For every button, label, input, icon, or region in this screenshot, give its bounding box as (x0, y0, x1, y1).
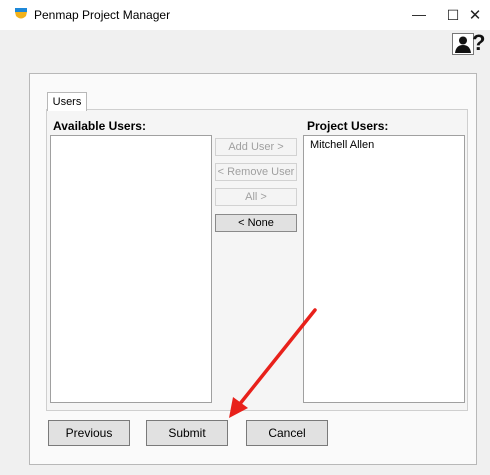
project-users-list[interactable]: Mitchell Allen (303, 135, 465, 403)
add-all-button[interactable]: All > (215, 188, 297, 206)
add-user-button[interactable]: Add User > (215, 138, 297, 156)
cancel-button[interactable]: Cancel (246, 420, 328, 446)
title-bar: Penmap Project Manager — ☐ ✕ (0, 0, 490, 30)
submit-button[interactable]: Submit (146, 420, 228, 446)
user-silhouette-icon (455, 36, 471, 53)
help-icon[interactable]: ? (472, 31, 485, 55)
tab-users[interactable]: Users (47, 92, 87, 111)
previous-button[interactable]: Previous (48, 420, 130, 446)
remove-all-button[interactable]: < None (215, 214, 297, 232)
remove-user-button[interactable]: < Remove User (215, 163, 297, 181)
minimize-icon: — (412, 6, 426, 22)
maximize-icon: ☐ (446, 6, 460, 23)
user-icon[interactable] (452, 33, 474, 55)
close-icon: ✕ (468, 7, 482, 24)
top-toolbar: ? (452, 31, 488, 55)
penmap-shield-icon (15, 8, 27, 19)
close-button[interactable]: ✕ (460, 0, 490, 30)
window-title: Penmap Project Manager (34, 8, 171, 22)
available-users-list[interactable] (50, 135, 212, 403)
list-item[interactable]: Mitchell Allen (304, 136, 464, 154)
available-users-label: Available Users: (53, 119, 146, 133)
project-users-label: Project Users: (307, 119, 389, 133)
